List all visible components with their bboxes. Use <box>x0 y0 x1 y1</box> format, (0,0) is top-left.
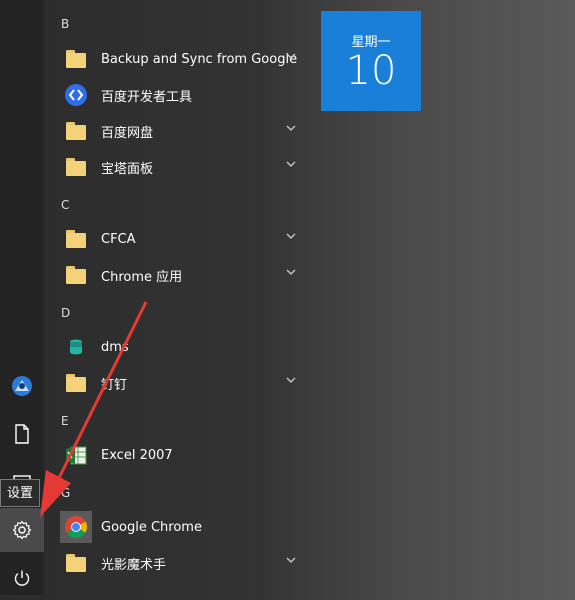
app-item-label: 百度开发者工具 <box>101 89 193 105</box>
app-item-label: 光影魔术手 <box>101 557 167 573</box>
baidu-devtools-icon <box>65 84 87 106</box>
app-item-label: dms <box>101 339 129 355</box>
app-item-baota-panel[interactable]: 宝塔面板 <box>60 149 300 185</box>
app-item-label: Google Chrome <box>101 519 202 535</box>
chrome-icon <box>60 511 92 543</box>
app-item-excel-2007[interactable]: Excel 2007 <box>60 437 300 473</box>
section-header-e[interactable]: E <box>61 414 69 428</box>
app-item-label: 宝塔面板 <box>101 161 154 177</box>
document-icon <box>15 424 29 444</box>
folder-icon <box>66 158 86 176</box>
app-item-baidu-netdisk[interactable]: 百度网盘 <box>60 113 300 149</box>
section-header-c[interactable]: C <box>61 198 69 212</box>
section-header-g[interactable]: G <box>61 486 70 500</box>
app-item-label: CFCA <box>101 231 136 247</box>
app-item-label: Chrome 应用 <box>101 269 183 285</box>
chevron-down-icon[interactable] <box>286 125 296 131</box>
app-item-baidu-devtools[interactable]: 百度开发者工具 <box>60 77 300 113</box>
folder-icon <box>66 554 86 572</box>
settings-button[interactable] <box>0 508 44 552</box>
chevron-down-icon[interactable] <box>286 161 296 167</box>
app-item-label: Excel 2007 <box>101 447 173 463</box>
power-button[interactable] <box>0 556 44 600</box>
chevron-down-icon[interactable] <box>286 233 296 239</box>
app-item-dingtalk[interactable]: 钉钉 <box>60 365 300 401</box>
app-item-dms[interactable]: dms <box>60 329 300 365</box>
chevron-down-icon[interactable] <box>286 557 296 563</box>
chevron-down-icon[interactable] <box>286 269 296 275</box>
app-item-label: 钉钉 <box>101 377 128 393</box>
user-avatar-button[interactable] <box>0 364 44 408</box>
folder-icon <box>66 266 86 284</box>
folder-icon <box>66 374 86 392</box>
app-item-google-chrome[interactable]: Google Chrome <box>60 509 300 545</box>
documents-button[interactable] <box>0 412 44 456</box>
user-avatar-icon <box>12 376 32 396</box>
app-item-backup-and-sync[interactable]: Backup and Sync from Google <box>60 41 300 77</box>
app-item-chrome-apps[interactable]: Chrome 应用 <box>60 257 300 293</box>
dms-icon <box>64 335 88 359</box>
app-item-label: 百度网盘 <box>101 125 154 141</box>
app-item-guangying[interactable]: 光影魔术手 <box>60 545 300 581</box>
power-icon <box>14 570 30 586</box>
app-item-cfca[interactable]: CFCA <box>60 221 300 257</box>
chevron-down-icon[interactable] <box>286 53 296 59</box>
calendar-tile[interactable]: 星期一 10 <box>321 11 421 111</box>
folder-icon <box>66 122 86 140</box>
settings-icon <box>12 520 32 540</box>
app-item-label: Backup and Sync from Google <box>101 51 298 67</box>
excel-icon <box>66 446 87 465</box>
settings-tooltip: 设置 <box>0 479 41 507</box>
chevron-down-icon[interactable] <box>286 377 296 383</box>
tile-day-number: 10 <box>345 48 397 94</box>
section-header-b[interactable]: B <box>61 17 69 31</box>
folder-icon <box>66 50 86 68</box>
folder-icon <box>66 230 86 248</box>
section-header-d[interactable]: D <box>61 306 70 320</box>
